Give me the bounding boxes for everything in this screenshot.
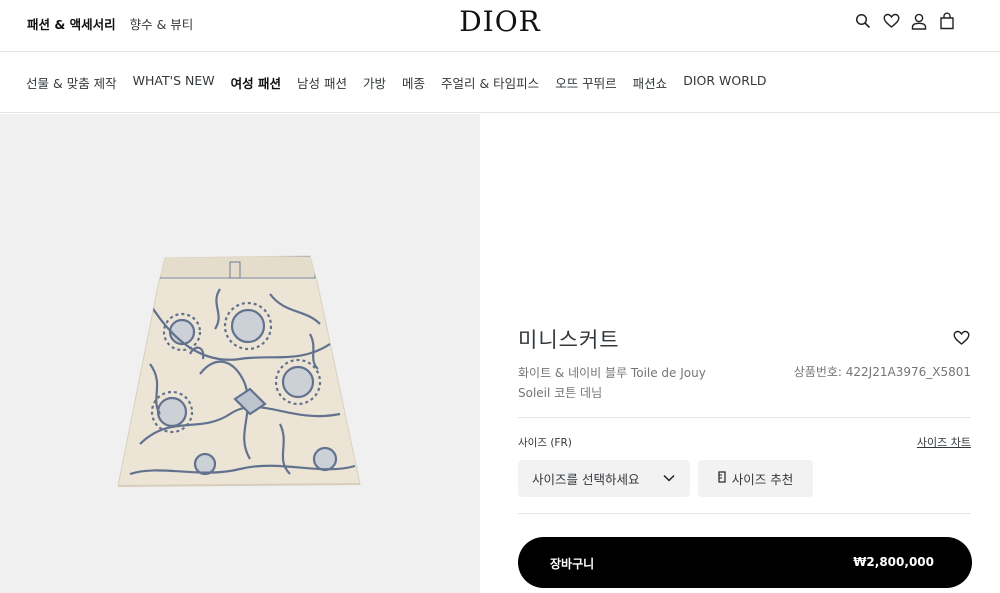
main-nav: 선물 & 맞춤 제작 WHAT'S NEW 여성 패션 남성 패션 가방 메종 … xyxy=(0,53,1000,113)
divider xyxy=(518,513,971,514)
nav-item-men[interactable]: 남성 패션 xyxy=(297,73,347,92)
product-price: ₩2,800,000 xyxy=(853,555,934,569)
chevron-down-icon xyxy=(662,471,676,488)
nav-item-women[interactable]: 여성 패션 xyxy=(231,73,281,92)
product-title: 미니스커트 xyxy=(518,328,620,352)
nav-item-bags[interactable]: 가방 xyxy=(363,73,386,92)
product-reference: 상품번호: 422J21A3976_X5801 xyxy=(793,365,971,379)
search-icon[interactable] xyxy=(854,12,872,30)
header-icons xyxy=(854,12,956,30)
size-label: 사이즈 (FR) xyxy=(518,437,572,449)
wishlist-heart-icon[interactable] xyxy=(953,330,970,350)
nav-item-dior-world[interactable]: DIOR WORLD xyxy=(683,73,766,92)
divider xyxy=(518,417,971,418)
nav-item-jewelry[interactable]: 주얼리 & 타임피스 xyxy=(441,73,539,92)
heart-icon[interactable] xyxy=(882,12,900,30)
bag-icon[interactable] xyxy=(938,12,956,30)
nav-item-fashion-show[interactable]: 패션쇼 xyxy=(633,73,668,92)
size-recommend-label: 사이즈 추천 xyxy=(731,472,794,487)
ruler-icon xyxy=(718,471,726,486)
cart-label: 장바구니 xyxy=(550,557,595,571)
nav-item-maison[interactable]: 메종 xyxy=(402,73,425,92)
product-description: 화이트 & 네이비 블루 Toile de Jouy Soleil 코튼 데님 xyxy=(518,366,706,400)
size-select-label: 사이즈를 선택하세요 xyxy=(532,472,640,487)
top-bar: 패션 & 액세서리 향수 & 뷰티 DIOR xyxy=(0,0,1000,52)
nav-item-whats-new[interactable]: WHAT'S NEW xyxy=(133,73,215,92)
product-image xyxy=(117,255,361,487)
user-icon[interactable] xyxy=(910,12,928,30)
size-recommend-button[interactable]: 사이즈 추천 xyxy=(698,460,813,497)
size-chart-link[interactable]: 사이즈 차트 xyxy=(917,434,971,450)
product-image-panel[interactable] xyxy=(0,114,480,593)
size-select[interactable]: 사이즈를 선택하세요 xyxy=(518,460,690,497)
dior-logo[interactable]: DIOR xyxy=(0,5,1000,38)
nav-item-haute-couture[interactable]: 오뜨 꾸뛰르 xyxy=(555,73,616,92)
nav-item-gifts[interactable]: 선물 & 맞춤 제작 xyxy=(26,73,117,92)
add-to-cart-button[interactable]: 장바구니 ₩2,800,000 xyxy=(518,537,972,588)
